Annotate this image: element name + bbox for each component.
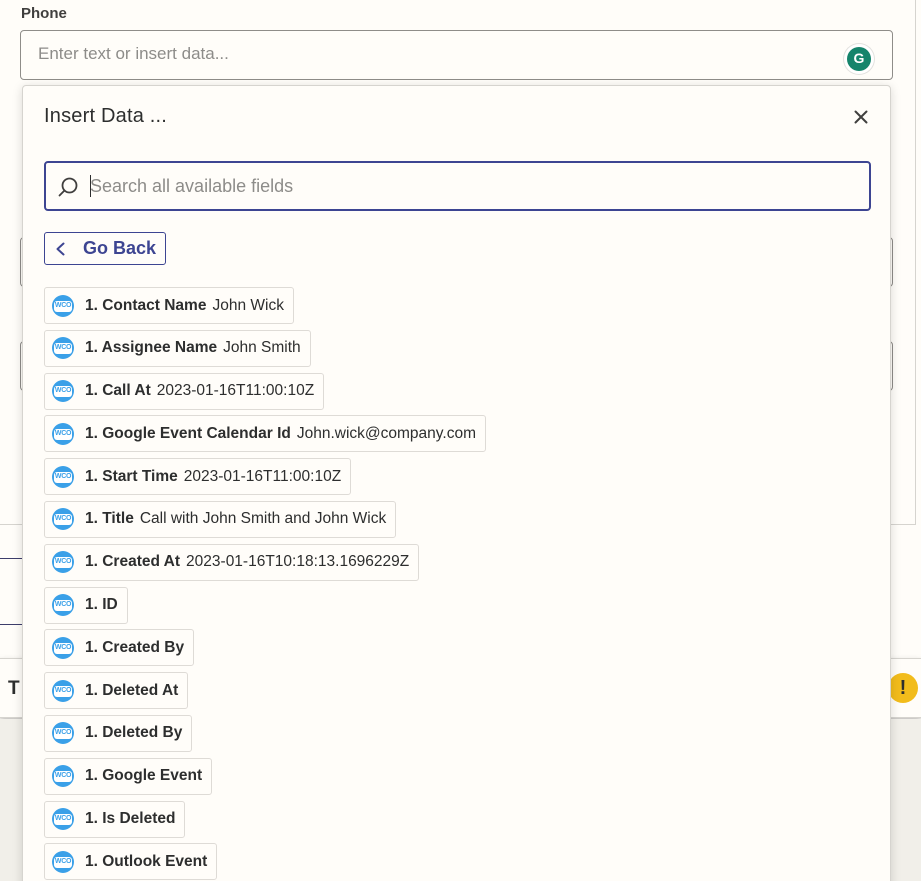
- divider: [0, 558, 22, 559]
- field-chip-start-time[interactable]: WCO 1. Start Time 2023-01-16T11:00:10Z: [44, 458, 352, 496]
- field-value: John Wick: [212, 296, 284, 314]
- woo-app-icon: WCO: [52, 508, 74, 531]
- field-key: 1. Contact Name: [85, 296, 207, 314]
- grammarly-icon[interactable]: G: [844, 44, 874, 74]
- field-key: 1. Deleted At: [85, 681, 179, 699]
- field-key: 1. Is Deleted: [85, 810, 176, 828]
- search-input[interactable]: [90, 173, 850, 199]
- woo-app-icon: WCO: [52, 465, 74, 488]
- woo-app-icon: WCO: [52, 594, 74, 617]
- woo-app-icon: WCO: [52, 722, 74, 745]
- search-icon: [58, 177, 78, 197]
- field-key: 1. Deleted By: [85, 724, 183, 742]
- woo-app-icon: WCO: [52, 679, 74, 702]
- woo-app-icon: WCO: [52, 636, 74, 659]
- insert-data-popover: Insert Data ... Go Back WCO 1. Contact Na…: [22, 85, 891, 881]
- field-key: 1. Call At: [85, 382, 151, 400]
- chevron-left-icon: [56, 242, 65, 255]
- search-field[interactable]: [44, 161, 871, 211]
- woo-app-icon: WCO: [52, 850, 74, 873]
- go-back-button[interactable]: Go Back: [44, 232, 167, 265]
- field-key: 1. Assignee Name: [85, 339, 218, 357]
- woo-app-icon: WCO: [52, 551, 74, 574]
- field-key: 1. Google Event: [85, 767, 203, 785]
- field-value: 2023-01-16T11:00:10Z: [156, 382, 315, 400]
- field-chip-id[interactable]: WCO 1. ID: [44, 586, 128, 624]
- field-key: 1. ID: [85, 596, 118, 614]
- field-value: John Smith: [223, 339, 301, 357]
- field-key: 1. Created By: [85, 638, 185, 656]
- text-caret: [90, 175, 91, 197]
- field-chip-assignee-name[interactable]: WCO 1. Assignee Name John Smith: [44, 329, 311, 367]
- field-value: 2023-01-16T11:00:10Z: [183, 467, 342, 485]
- field-chip-google-event[interactable]: WCO 1. Google Event: [44, 757, 213, 795]
- woo-app-icon: WCO: [52, 422, 74, 445]
- woo-app-icon: WCO: [52, 380, 74, 403]
- field-chip-deleted-at[interactable]: WCO 1. Deleted At: [44, 672, 189, 710]
- field-list: WCO 1. Contact Name John Wick WCO 1. Assign…: [44, 287, 486, 881]
- field-key: 1. Google Event Calendar Id: [85, 424, 291, 442]
- field-chip-is-deleted[interactable]: WCO 1. Is Deleted: [44, 800, 186, 838]
- field-key: 1. Created At: [85, 553, 181, 571]
- close-button[interactable]: [849, 105, 873, 129]
- popover-title: Insert Data ...: [44, 105, 168, 127]
- go-back-label: Go Back: [83, 238, 157, 258]
- field-chip-deleted-by[interactable]: WCO 1. Deleted By: [44, 714, 193, 752]
- woo-app-icon: WCO: [52, 765, 74, 788]
- phone-input[interactable]: Enter text or insert data... G: [20, 30, 893, 80]
- field-value: Call with John Smith and John Wick: [139, 510, 387, 528]
- field-chip-title[interactable]: WCO 1. Title Call with John Smith and John…: [44, 500, 397, 538]
- field-chip-google-event-calendar-id[interactable]: WCO 1. Google Event Calendar Id John.wick@…: [44, 415, 486, 453]
- field-key: 1. Title: [85, 510, 134, 528]
- section-title: T: [8, 678, 20, 699]
- field-chip-outlook-event[interactable]: WCO 1. Outlook Event: [44, 843, 218, 881]
- phone-input-placeholder: Enter text or insert data...: [38, 44, 229, 63]
- woo-app-icon: WCO: [52, 337, 74, 360]
- close-icon: [854, 110, 868, 124]
- divider: [0, 624, 22, 625]
- field-chip-call-at[interactable]: WCO 1. Call At 2023-01-16T11:00:10Z: [44, 372, 325, 410]
- field-key: 1. Start Time: [85, 467, 178, 485]
- phone-label: Phone: [21, 5, 67, 22]
- field-chip-created-at[interactable]: WCO 1. Created At 2023-01-16T10:18:13.1696…: [44, 543, 420, 581]
- field-key: 1. Outlook Event: [85, 852, 208, 870]
- woo-app-icon: WCO: [52, 808, 74, 831]
- field-chip-contact-name[interactable]: WCO 1. Contact Name John Wick: [44, 287, 294, 324]
- woo-app-icon: WCO: [52, 294, 74, 317]
- field-value: 2023-01-16T10:18:13.1696229Z: [186, 553, 410, 571]
- field-chip-created-by[interactable]: WCO 1. Created By: [44, 629, 195, 667]
- warning-icon[interactable]: !: [888, 673, 918, 703]
- field-value: John.wick@company.com: [296, 424, 476, 442]
- grammarly-letter: G: [853, 50, 865, 66]
